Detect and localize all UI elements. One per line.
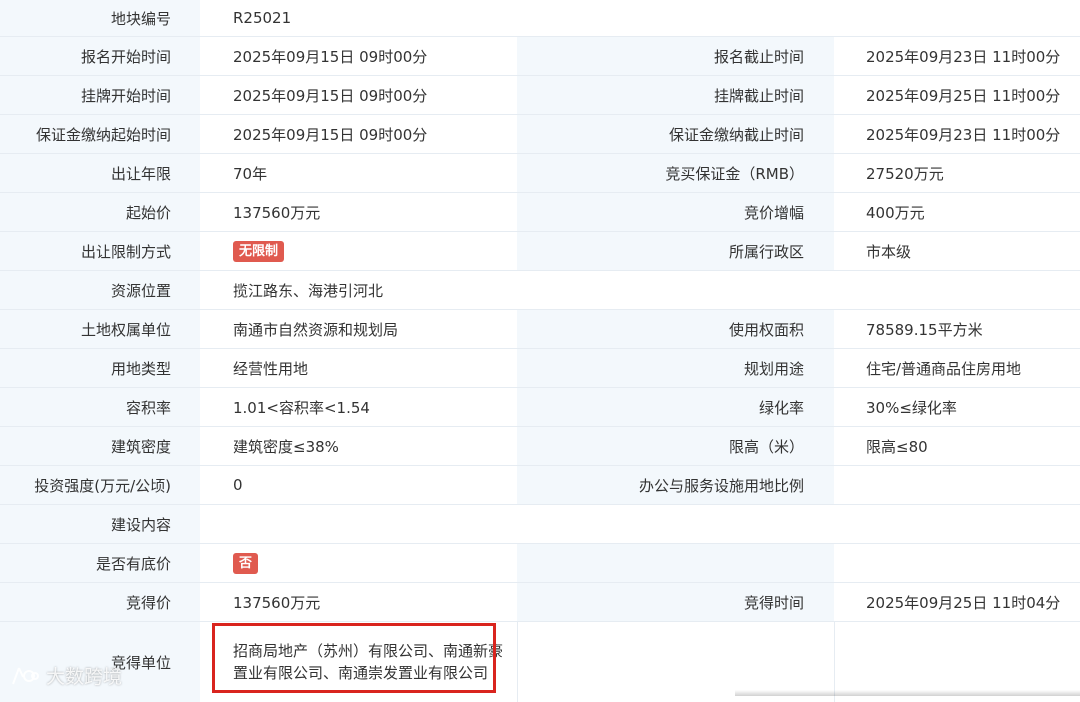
table-row-density: 建筑密度 建筑密度≤38% 限高（米） 限高≤80 [0,427,1080,466]
label-listing-start: 挂牌开始时间 [0,76,200,114]
value-land-owner: 南通市自然资源和规划局 [200,310,517,348]
value-office-ratio [834,466,1080,504]
table-row-owner: 土地权属单位 南通市自然资源和规划局 使用权面积 78589.15平方米 [0,310,1080,349]
label-planned-use: 规划用途 [517,349,834,387]
table-row-construction: 建设内容 [0,505,1080,544]
table-row-restriction: 出让限制方式 无限制 所属行政区 市本级 [0,232,1080,271]
table-row-price: 起始价 137560万元 竞价增幅 400万元 [0,193,1080,232]
value-deposit-start: 2025年09月15日 09时00分 [200,115,517,153]
label-use-area: 使用权面积 [517,310,834,348]
value-height-limit: 限高≤80 [834,427,1080,465]
value-district: 市本级 [834,232,1080,270]
label-district: 所属行政区 [517,232,834,270]
value-winner: 招商局地产（苏州）有限公司、南通新豪置业有限公司、南通崇发置业有限公司 [233,642,504,682]
value-bid-increment: 400万元 [834,193,1080,231]
label-restriction: 出让限制方式 [0,232,200,270]
table-row-listing: 挂牌开始时间 2025年09月15日 09时00分 挂牌截止时间 2025年09… [0,76,1080,115]
value-listing-start: 2025年09月15日 09时00分 [200,76,517,114]
label-winning-price: 竞得价 [0,583,200,621]
value-construction-content [200,505,1080,543]
label-bid-increment: 竞价增幅 [517,193,834,231]
table-row-land-type: 用地类型 经营性用地 规划用途 住宅/普通商品住房用地 [0,349,1080,388]
value-winner-cell: 招商局地产（苏州）有限公司、南通新豪置业有限公司、南通崇发置业有限公司 [200,622,517,702]
label-transfer-term: 出让年限 [0,154,200,192]
watermark: 大数跨境 [10,662,122,689]
bottom-shadow [735,690,1080,696]
reserve-price-badge: 否 [233,552,259,574]
label-plot-ratio: 容积率 [0,388,200,426]
table-row-plot-ratio: 容积率 1.01<容积率<1.54 绿化率 30%≤绿化率 [0,388,1080,427]
table-row-winning-price: 竞得价 137560万元 竞得时间 2025年09月25日 11时04分 [0,583,1080,622]
table-row-registration: 报名开始时间 2025年09月15日 09时00分 报名截止时间 2025年09… [0,37,1080,76]
table-row-reserve-price: 是否有底价 否 [0,544,1080,583]
label-location: 资源位置 [0,271,200,309]
value-registration-end: 2025年09月23日 11时00分 [834,37,1080,75]
value-reserve-price-cell: 否 [200,544,517,582]
value-empty-a [834,544,1080,582]
value-investment-intensity: 0 [200,466,517,504]
label-winning-time: 竞得时间 [517,583,834,621]
label-empty-a [517,544,834,582]
label-reserve-price: 是否有底价 [0,544,200,582]
value-plot-ratio: 1.01<容积率<1.54 [200,388,517,426]
value-building-density: 建筑密度≤38% [200,427,517,465]
label-deposit-end: 保证金缴纳截止时间 [517,115,834,153]
value-green-ratio: 30%≤绿化率 [834,388,1080,426]
label-deposit-start: 保证金缴纳起始时间 [0,115,200,153]
value-planned-use: 住宅/普通商品住房用地 [834,349,1080,387]
label-registration-start: 报名开始时间 [0,37,200,75]
label-building-density: 建筑密度 [0,427,200,465]
value-starting-price: 137560万元 [200,193,517,231]
label-registration-end: 报名截止时间 [517,37,834,75]
value-parcel-id: R25021 [200,0,1080,36]
label-height-limit: 限高（米） [517,427,834,465]
value-restriction-cell: 无限制 [200,232,517,270]
label-green-ratio: 绿化率 [517,388,834,426]
value-registration-start: 2025年09月15日 09时00分 [200,37,517,75]
label-starting-price: 起始价 [0,193,200,231]
label-construction-content: 建设内容 [0,505,200,543]
label-listing-end: 挂牌截止时间 [517,76,834,114]
land-info-table: 地块编号 R25021 报名开始时间 2025年09月15日 09时00分 报名… [0,0,1080,702]
restriction-badge: 无限制 [233,240,285,262]
label-land-owner: 土地权属单位 [0,310,200,348]
value-transfer-term: 70年 [200,154,517,192]
value-use-area: 78589.15平方米 [834,310,1080,348]
value-deposit-end: 2025年09月23日 11时00分 [834,115,1080,153]
table-row-deposit-time: 保证金缴纳起始时间 2025年09月15日 09时00分 保证金缴纳截止时间 2… [0,115,1080,154]
value-winning-time: 2025年09月25日 11时04分 [834,583,1080,621]
value-winning-price: 137560万元 [200,583,517,621]
label-bid-deposit: 竞买保证金（RMB） [517,154,834,192]
label-investment-intensity: 投资强度(万元/公顷) [0,466,200,504]
table-row-investment: 投资强度(万元/公顷) 0 办公与服务设施用地比例 [0,466,1080,505]
table-row-parcel-id: 地块编号 R25021 [0,0,1080,37]
value-bid-deposit: 27520万元 [834,154,1080,192]
label-land-type: 用地类型 [0,349,200,387]
value-listing-end: 2025年09月25日 11时00分 [834,76,1080,114]
table-row-term: 出让年限 70年 竞买保证金（RMB） 27520万元 [0,154,1080,193]
watermark-text: 大数跨境 [46,666,123,688]
label-parcel-id: 地块编号 [0,0,200,36]
label-office-ratio: 办公与服务设施用地比例 [517,466,834,504]
watermark-logo-icon [12,667,39,684]
table-row-location: 资源位置 揽江路东、海港引河北 [0,271,1080,310]
value-land-type: 经营性用地 [200,349,517,387]
value-location: 揽江路东、海港引河北 [200,271,1080,309]
